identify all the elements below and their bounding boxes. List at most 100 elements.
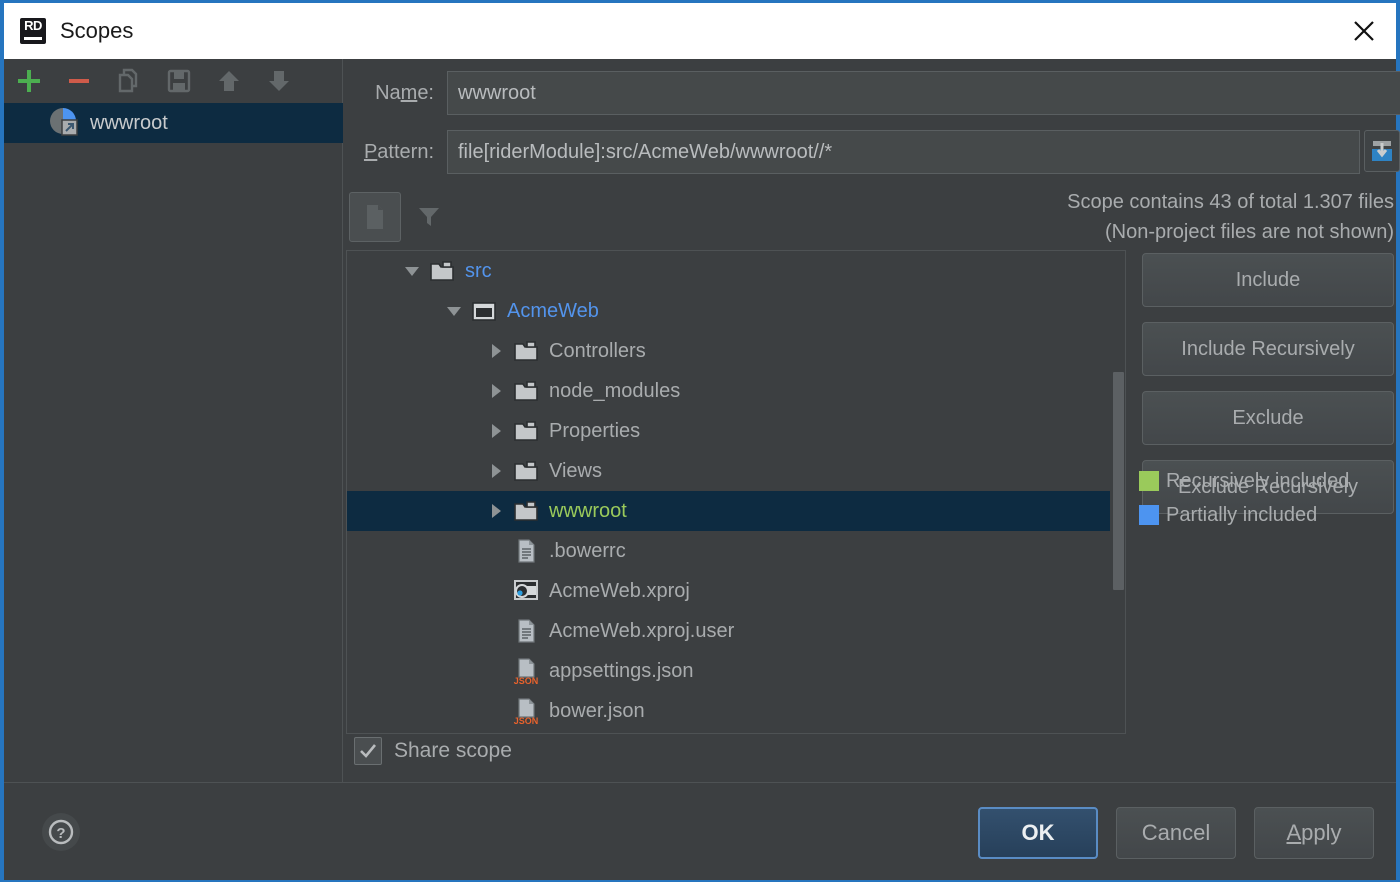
chevron-right-icon[interactable]: [481, 381, 511, 401]
cancel-button[interactable]: Cancel: [1116, 807, 1236, 859]
tree-row[interactable]: src: [347, 251, 1125, 291]
legend-item-label: Partially included: [1166, 503, 1318, 526]
tree-row[interactable]: Views: [347, 451, 1125, 491]
chevron-down-icon[interactable]: [439, 301, 469, 321]
folder-icon: [511, 417, 541, 445]
scope-info-line-2: (Non-project files are not shown): [1104, 221, 1394, 243]
tree-scrollbar[interactable]: [1110, 252, 1125, 733]
text-file-icon: [511, 537, 541, 565]
tree-row[interactable]: AcmeWeb: [347, 291, 1125, 331]
include-button[interactable]: Include: [1142, 253, 1394, 307]
remove-scope-button[interactable]: [54, 59, 104, 102]
scopes-list: wwwroot: [4, 103, 343, 143]
scopes-toolbar: [4, 59, 343, 102]
chevron-down-icon[interactable]: [397, 261, 427, 281]
folder-icon: [511, 377, 541, 405]
tree-row[interactable]: JSON appsettings.json: [347, 651, 1125, 691]
share-scope-label: Share scope: [394, 739, 512, 762]
scope-list-item-label: wwwroot: [90, 111, 168, 134]
scope-info-text: Scope contains 43 of total 1.307 files (…: [1067, 187, 1394, 247]
legend: Recursively included Partially included: [1139, 464, 1349, 532]
name-field-row: Name:: [344, 71, 1400, 115]
name-label: Name:: [375, 81, 434, 104]
scope-name-input[interactable]: [447, 71, 1400, 115]
include-recursively-button[interactable]: Include Recursively: [1142, 322, 1394, 376]
rider-logo-text: RD: [24, 18, 42, 33]
tree-row[interactable]: JSON bower.json: [347, 691, 1125, 731]
tree-row-label: src: [465, 259, 492, 282]
chevron-right-icon[interactable]: [481, 501, 511, 521]
scope-pattern-input[interactable]: [447, 130, 1360, 174]
tree-row-label: Controllers: [549, 339, 646, 362]
scope-list-item[interactable]: wwwroot: [4, 103, 343, 143]
tree-row-label: AcmeWeb: [507, 299, 599, 322]
help-question-icon[interactable]: ?: [42, 813, 80, 851]
svg-text:JSON: JSON: [514, 676, 539, 685]
share-scope-checkbox-box[interactable]: [354, 737, 382, 765]
tree-row-label: .bowerrc: [549, 539, 626, 562]
tree-scrollbar-thumb[interactable]: [1113, 372, 1124, 590]
tree-row-label: bower.json: [549, 699, 645, 722]
chevron-right-icon[interactable]: [481, 461, 511, 481]
scope-pie-icon: [48, 106, 78, 141]
move-down-button[interactable]: [254, 59, 304, 102]
rider-logo-underline: [24, 37, 42, 40]
apply-button[interactable]: Apply: [1254, 807, 1374, 859]
xproj-icon: [511, 577, 541, 605]
folder-icon: [511, 457, 541, 485]
rider-logo-icon: RD: [20, 18, 46, 44]
show-files-icon[interactable]: [349, 192, 401, 242]
tree-row[interactable]: wwwroot: [347, 491, 1125, 531]
dialog-footer: ? OK Cancel Apply: [4, 782, 1396, 880]
tree-row-label: node_modules: [549, 379, 681, 402]
tree-row[interactable]: Controllers: [347, 331, 1125, 371]
tree-row[interactable]: AcmeWeb.xproj.user: [347, 611, 1125, 651]
share-scope-checkbox[interactable]: Share scope: [354, 737, 512, 765]
scope-info-line-1: Scope contains 43 of total 1.307 files: [1067, 191, 1394, 213]
tree-row-label: appsettings.json: [549, 659, 694, 682]
tree-row-label: AcmeWeb.xproj.user: [549, 619, 735, 642]
scopes-dialog: RD Scopes wwwroot Name: wwwroot Pattern:…: [0, 0, 1400, 882]
module-icon: [469, 297, 499, 325]
ok-button[interactable]: OK: [978, 807, 1098, 859]
legend-color-swatch: [1139, 471, 1159, 491]
folder-icon: [511, 337, 541, 365]
svg-text:?: ?: [56, 825, 65, 842]
tree-row-label: Properties: [549, 419, 641, 442]
window-title: Scopes: [60, 18, 134, 43]
title-bar: RD Scopes: [4, 3, 1396, 59]
exclude-button[interactable]: Exclude: [1142, 391, 1394, 445]
move-up-button[interactable]: [204, 59, 254, 102]
chevron-right-icon[interactable]: [481, 421, 511, 441]
pattern-field-row: Pattern:: [344, 130, 1360, 174]
pattern-label: Pattern:: [363, 140, 434, 163]
tree-row-label: Views: [549, 459, 602, 482]
tree-row[interactable]: .bowerrc: [347, 531, 1125, 571]
folder-icon: [427, 257, 457, 285]
scopes-left-panel: wwwroot: [4, 59, 343, 782]
tree-row[interactable]: node_modules: [347, 371, 1125, 411]
dialog-body: wwwroot Name: Pattern:: [4, 59, 1400, 782]
legend-item: Recursively included: [1139, 464, 1349, 498]
chevron-right-icon[interactable]: [481, 341, 511, 361]
svg-text:JSON: JSON: [514, 716, 539, 725]
text-file-icon: [511, 617, 541, 645]
file-tree: src AcmeWeb Controllers node_modules Propert…: [346, 250, 1126, 734]
json-file-icon: JSON: [511, 697, 541, 725]
save-scope-button[interactable]: [154, 59, 204, 102]
filter-funnel-icon[interactable]: [410, 192, 448, 240]
tree-row-label: wwwroot: [549, 499, 627, 522]
copy-scope-button[interactable]: [104, 59, 154, 102]
legend-color-swatch: [1139, 505, 1159, 525]
json-file-icon: JSON: [511, 657, 541, 685]
tree-row[interactable]: AcmeWeb.xproj: [347, 571, 1125, 611]
close-icon[interactable]: [1332, 3, 1396, 59]
tree-row-label: AcmeWeb.xproj: [549, 579, 690, 602]
import-into-box-icon[interactable]: [1364, 130, 1400, 172]
add-scope-button[interactable]: [4, 59, 54, 102]
folder-icon: [511, 497, 541, 525]
tree-row[interactable]: Properties: [347, 411, 1125, 451]
scope-editor-panel: Name: Pattern:: [344, 59, 1400, 782]
legend-item: Partially included: [1139, 498, 1349, 532]
legend-item-label: Recursively included: [1166, 469, 1350, 492]
